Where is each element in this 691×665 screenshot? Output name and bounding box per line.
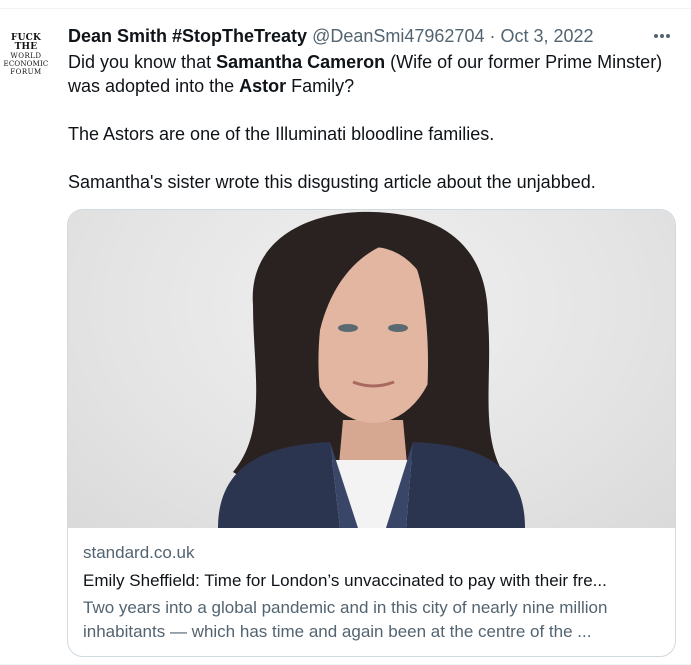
card-description-line: Two years into a global pandemic and in … bbox=[83, 598, 608, 617]
card-description-line: inhabitants — which has time and again b… bbox=[83, 622, 592, 641]
top-divider bbox=[0, 8, 691, 9]
avatar-text-line: WORLD bbox=[10, 52, 42, 60]
tweet-header: Dean Smith #StopTheTreaty @DeanSmi479627… bbox=[68, 24, 594, 48]
article-photo[interactable] bbox=[68, 210, 675, 528]
tweet-text: Did you know that Samantha Cameron (Wife… bbox=[68, 50, 668, 194]
tweet-paragraph: The Astors are one of the Illuminati blo… bbox=[68, 124, 495, 144]
tweet-paragraph: Did you know that Samantha Cameron (Wife… bbox=[68, 52, 663, 96]
avatar-text-line: FUCK THE bbox=[10, 33, 42, 52]
card-description: Two years into a global pandemic and in … bbox=[83, 596, 663, 644]
avatar-text-line: FORUM bbox=[10, 68, 42, 76]
tweet-date[interactable]: Oct 3, 2022 bbox=[501, 26, 594, 46]
card-headline[interactable]: Emily Sheffield: Time for London’s unvac… bbox=[83, 570, 663, 592]
avatar[interactable]: FUCK THE WORLD ECONOMIC FORUM bbox=[0, 28, 52, 80]
avatar-text-line: ECONOMIC bbox=[3, 60, 49, 68]
user-handle[interactable]: @DeanSmi47962704 bbox=[312, 26, 484, 46]
bold-text: Astor bbox=[239, 76, 287, 96]
separator-dot: · bbox=[489, 26, 496, 46]
bold-text: Samantha Cameron bbox=[216, 52, 386, 72]
tweet-paragraph: Samantha's sister wrote this disgusting … bbox=[68, 172, 596, 192]
card-domain[interactable]: standard.co.uk bbox=[83, 542, 663, 564]
display-name[interactable]: Dean Smith #StopTheTreaty bbox=[68, 26, 307, 46]
link-card[interactable]: standard.co.uk Emily Sheffield: Time for… bbox=[67, 209, 676, 657]
card-meta: standard.co.uk Emily Sheffield: Time for… bbox=[83, 542, 663, 644]
more-horizontal-icon[interactable] bbox=[648, 22, 676, 50]
